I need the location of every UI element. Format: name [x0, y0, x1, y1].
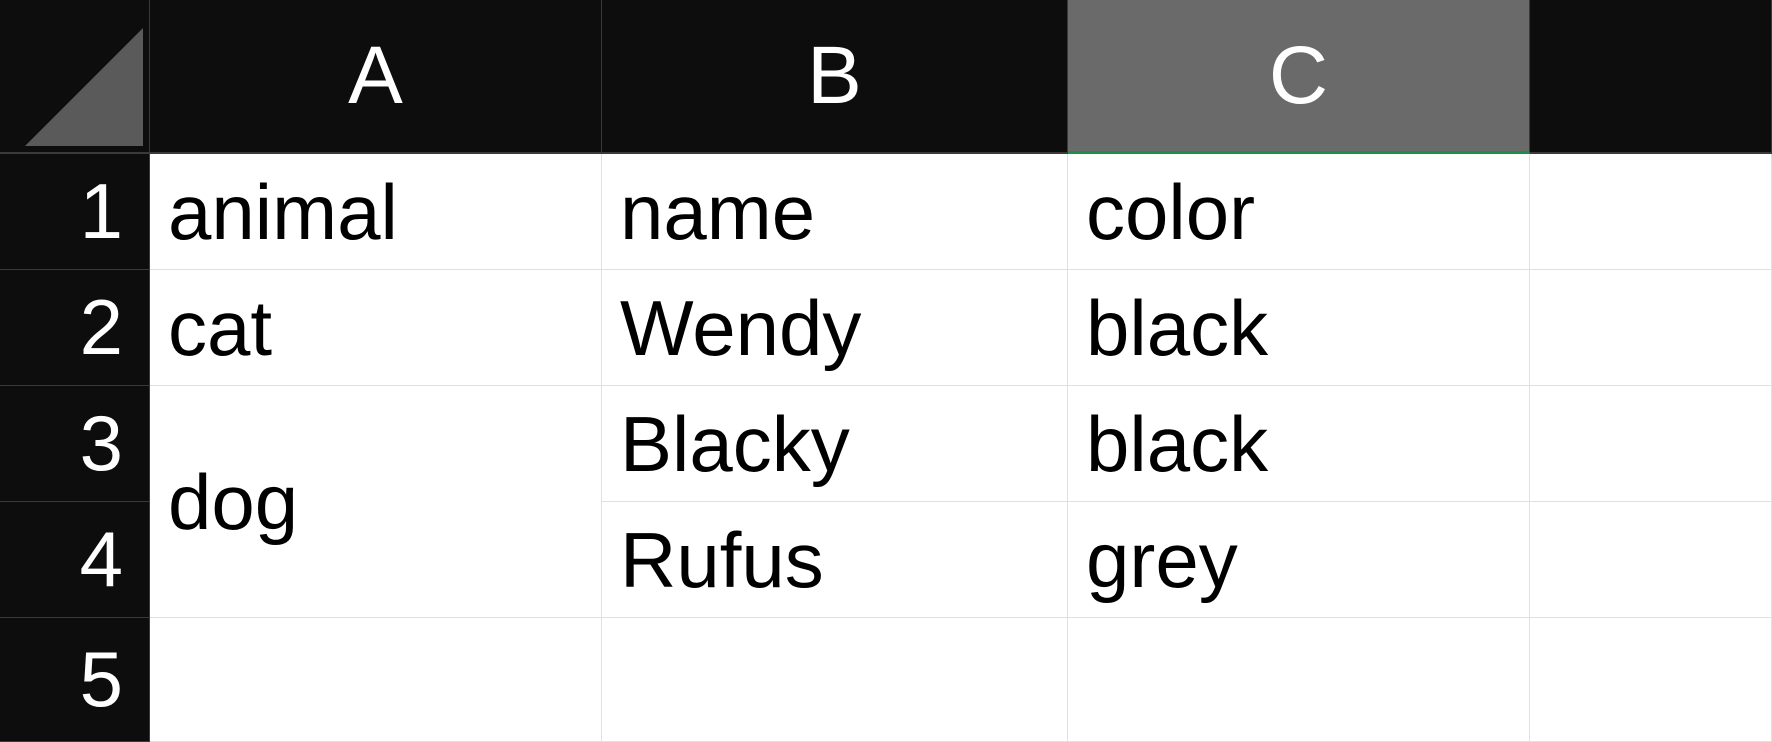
cell-b2[interactable]: Wendy — [602, 270, 1068, 386]
row-headers: 1 2 3 4 5 — [0, 154, 150, 742]
select-all-triangle-icon — [25, 28, 143, 146]
select-all-corner[interactable] — [0, 0, 150, 154]
cell-c5[interactable] — [1068, 618, 1530, 742]
row-header-3[interactable]: 3 — [0, 386, 150, 502]
cell-b3[interactable]: Blacky — [602, 386, 1068, 502]
column-header-row: A B C — [0, 0, 1772, 154]
cell-a2[interactable]: cat — [150, 270, 602, 386]
cell-a1[interactable]: animal — [150, 154, 602, 270]
cell-c2[interactable]: black — [1068, 270, 1530, 386]
cell-d1[interactable] — [1530, 154, 1772, 270]
row-header-2[interactable]: 2 — [0, 270, 150, 386]
cell-d3[interactable] — [1530, 386, 1772, 502]
cell-grid: animal name color cat Wendy black dog Bl… — [150, 154, 1772, 742]
cell-c3[interactable]: black — [1068, 386, 1530, 502]
cell-c1[interactable]: color — [1068, 154, 1530, 270]
column-header-a[interactable]: A — [150, 0, 602, 154]
row-header-1[interactable]: 1 — [0, 154, 150, 270]
cell-d4[interactable] — [1530, 502, 1772, 618]
cell-d2[interactable] — [1530, 270, 1772, 386]
cell-a5[interactable] — [150, 618, 602, 742]
column-header-c[interactable]: C — [1068, 0, 1530, 154]
cell-a3-a4-merged[interactable]: dog — [150, 386, 602, 618]
cell-d5[interactable] — [1530, 618, 1772, 742]
cell-b1[interactable]: name — [602, 154, 1068, 270]
column-header-b[interactable]: B — [602, 0, 1068, 154]
cell-b4[interactable]: Rufus — [602, 502, 1068, 618]
row-header-5[interactable]: 5 — [0, 618, 150, 742]
cell-c4[interactable]: grey — [1068, 502, 1530, 618]
column-header-d[interactable] — [1530, 0, 1772, 154]
cell-b5[interactable] — [602, 618, 1068, 742]
row-header-4[interactable]: 4 — [0, 502, 150, 618]
spreadsheet: A B C 1 2 3 4 5 animal name color cat We… — [0, 0, 1772, 742]
